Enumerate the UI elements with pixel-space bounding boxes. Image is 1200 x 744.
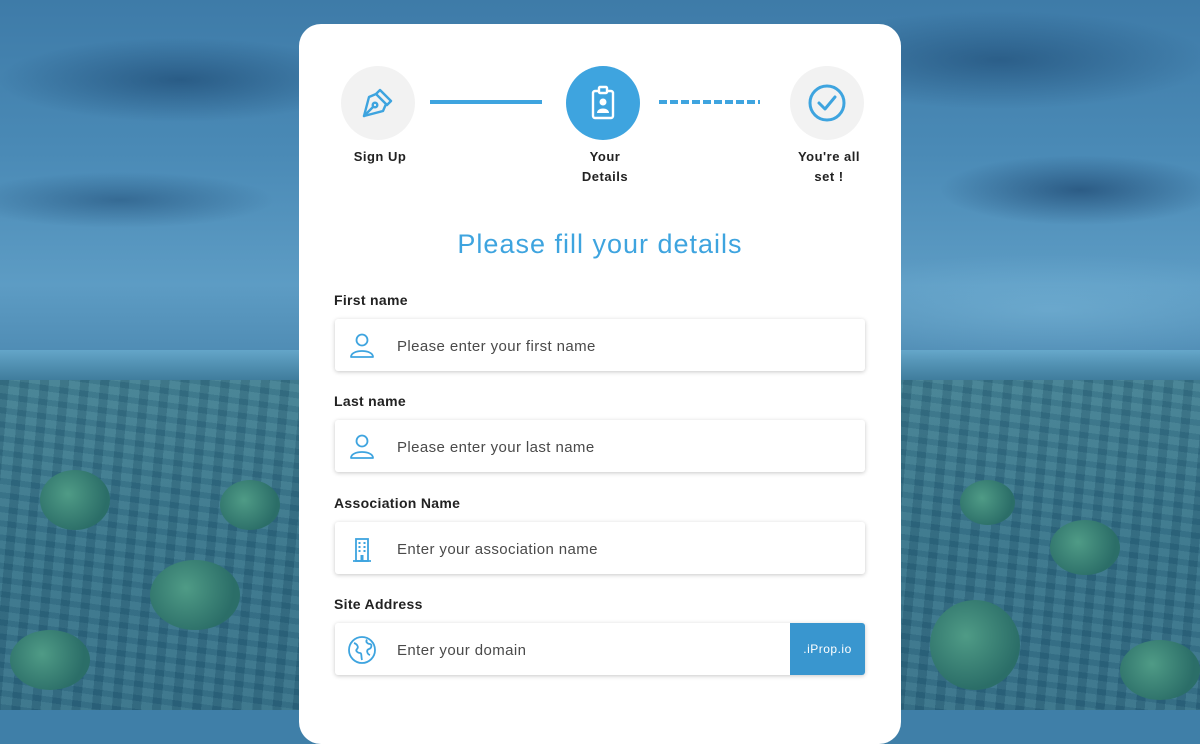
association-name-label: Association Name [334,495,461,511]
tree [930,600,1020,690]
first-name-input[interactable] [395,319,799,373]
last-name-input[interactable] [395,420,799,474]
signup-card: Sign Up Your Details You're all set ! Pl… [299,24,901,744]
association-name-input[interactable] [395,522,799,576]
domain-suffix-badge: .iProp.io [790,623,865,675]
step-sign-up[interactable] [341,66,415,140]
step-your-details[interactable] [566,66,640,140]
form-heading: Please fill your details [457,229,743,259]
id-badge-icon [591,85,615,120]
tree [220,480,280,530]
first-name-field-container [335,319,865,373]
step-label-sign-up: Sign Up [353,149,407,164]
user-icon [350,434,374,459]
user-icon [350,333,374,358]
tree [1120,640,1200,700]
tree [10,630,90,690]
step-all-set[interactable] [790,66,864,140]
association-name-field-container [335,522,865,576]
last-name-field-container [335,420,865,474]
site-address-label: Site Address [334,596,423,612]
last-name-label: Last name [334,393,406,409]
globe-icon [348,636,376,664]
tree [150,560,240,630]
tree [1050,520,1120,575]
domain-input[interactable] [395,623,799,677]
step-label-your-details: Your Details [581,149,629,184]
step-connector-pending [659,100,760,104]
site-address-field-container: .iProp.io [335,623,865,677]
step-connector-complete [430,100,542,104]
first-name-label: First name [334,292,408,308]
building-icon [353,538,371,562]
step-label-all-set: You're all set ! [797,149,861,184]
tree [40,470,110,530]
pen-nib-icon [362,88,393,118]
tree [960,480,1015,525]
check-circle-icon [808,84,846,122]
